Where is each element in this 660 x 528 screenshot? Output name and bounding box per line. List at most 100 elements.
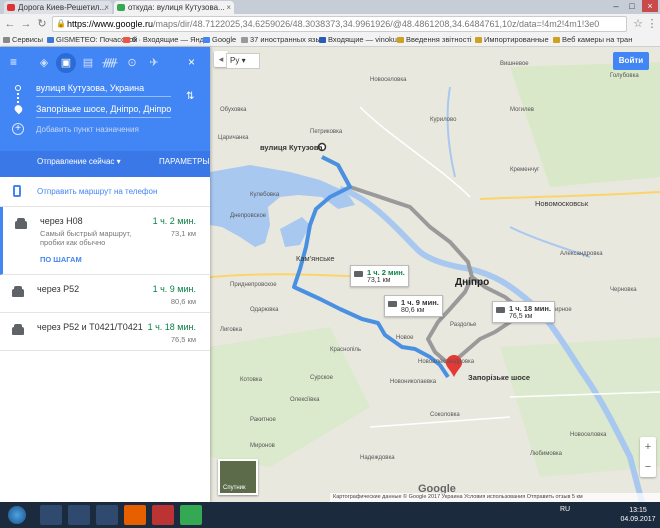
place-label: Новоселовка xyxy=(570,432,607,438)
city-label: Дніпро xyxy=(455,277,490,288)
back-icon[interactable]: ← xyxy=(3,17,17,31)
send-to-phone-row[interactable]: Отправить маршрут на телефон xyxy=(0,177,210,207)
browser-window: Дорога Киев-Решетил... × откуда: вулиця … xyxy=(0,0,660,528)
origin-input[interactable]: вулиця Кутузова, Украина xyxy=(36,79,171,97)
language-select[interactable]: Ру ▾ xyxy=(226,53,260,69)
zoom-in-button[interactable]: + xyxy=(640,437,656,457)
place-label: Кулебовка xyxy=(250,192,280,198)
place-label: Вишневое xyxy=(500,61,529,67)
close-window-icon[interactable]: × xyxy=(642,0,658,12)
route-time: 1 ч. 9 мин. xyxy=(152,284,196,294)
address-bar[interactable]: 🔒 https://www.google.ru/maps/dir/48.71220… xyxy=(52,16,627,32)
driving-mode-icon[interactable]: ▣ xyxy=(56,53,76,73)
bookmark-apps[interactable]: Сервисы xyxy=(2,34,43,46)
route-callout-3[interactable]: 1 ч. 18 мин. 76,5 км xyxy=(492,301,555,323)
place-label: Новониколаевка xyxy=(390,379,437,385)
place-label: Котовка xyxy=(240,377,262,383)
minimize-icon[interactable]: – xyxy=(608,0,624,12)
step-by-step-link[interactable]: ПО ШАГАМ xyxy=(40,255,82,264)
depart-now-dropdown[interactable]: Отправление сейчас ▾ xyxy=(37,157,121,166)
bookmark-imported[interactable]: Импортированные xyxy=(474,34,549,46)
lock-icon: 🔒 xyxy=(56,19,66,28)
forward-icon[interactable]: → xyxy=(19,17,33,31)
firefox-taskbar-icon[interactable] xyxy=(124,505,146,525)
apps-icon xyxy=(3,37,10,43)
media-taskbar-icon[interactable] xyxy=(96,505,118,525)
place-label: Могилев xyxy=(510,107,534,113)
hamburger-menu-icon[interactable]: ≡ xyxy=(10,56,22,68)
bookmark-vinokur-inbox[interactable]: Входящие — vinokur xyxy=(318,34,399,46)
reload-icon[interactable]: ↻ xyxy=(35,17,49,31)
car-icon xyxy=(388,301,397,307)
flight-mode-icon[interactable]: ✈ xyxy=(144,53,164,73)
route-distance: 73,1 км xyxy=(170,229,196,238)
place-label: Сурское xyxy=(310,375,333,381)
route-distance: 80,6 км xyxy=(170,297,196,306)
transit-mode-icon[interactable]: ▤ xyxy=(78,53,98,73)
route-name: через Р52 и Т0421/Т0421 xyxy=(37,322,143,332)
bookmark-icon xyxy=(47,37,54,43)
route-option-2[interactable]: через Р52 1 ч. 9 мин. 80,6 км xyxy=(0,275,210,313)
city2-label: Новомосковськ xyxy=(535,199,589,208)
walking-mode-icon[interactable]: ᚏ xyxy=(100,53,120,73)
route-distance: 76,5 км xyxy=(170,335,196,344)
destination-input[interactable]: Запорізьке шосе, Дніпро, Дніпропетр xyxy=(36,100,171,118)
place-kamyanske: Кам'янське xyxy=(296,254,335,263)
best-route-mode-icon[interactable]: ◈ xyxy=(34,53,54,73)
menu-icon[interactable]: ⋮ xyxy=(645,17,659,31)
folder-icon xyxy=(475,37,482,43)
close-directions-icon[interactable]: × xyxy=(188,55,195,69)
close-tab-icon[interactable]: × xyxy=(104,1,109,14)
directions-header: ≡ ◈ ▣ ▤ ᚏ ⊙ ✈ × вулиця Кутузова, Украина… xyxy=(0,47,210,177)
login-button[interactable]: Войти xyxy=(613,52,649,70)
taskbar-clock[interactable]: 13:15 04.09.2017 xyxy=(620,506,656,524)
maximize-icon[interactable]: □ xyxy=(624,0,640,12)
bookmark-icon xyxy=(123,37,130,43)
bookmark-icon xyxy=(203,37,210,43)
explorer-taskbar-icon[interactable] xyxy=(40,505,62,525)
taskbar: RU 13:15 04.09.2017 xyxy=(0,502,660,528)
add-destination-link[interactable]: Добавить пункт назначения xyxy=(36,121,171,139)
tab-maps[interactable]: откуда: вулиця Кутузова... × xyxy=(114,1,234,14)
route-callout-2[interactable]: 1 ч. 9 мин. 80,6 км xyxy=(384,295,443,317)
place-label: Курилово xyxy=(430,117,457,123)
start-button[interactable] xyxy=(8,506,26,524)
place-label: Приднепровское xyxy=(230,282,277,288)
route-name: через Р52 xyxy=(37,284,80,294)
place-label: Кременчуг xyxy=(510,167,540,173)
bookmark-languages[interactable]: 37 иностранных язы xyxy=(240,34,321,46)
tab-road-kiev[interactable]: Дорога Киев-Решетил... × xyxy=(4,1,112,14)
cycling-mode-icon[interactable]: ⊙ xyxy=(122,53,142,73)
route-option-1[interactable]: через Н08 1 ч. 2 мин. 73,1 км Самый быст… xyxy=(0,207,210,275)
chrome-taskbar-icon[interactable] xyxy=(180,505,202,525)
place-label: Голубовка xyxy=(610,73,639,79)
place-label: Петриковка xyxy=(310,129,343,135)
chevron-down-icon: ▾ xyxy=(241,56,246,65)
close-tab-icon[interactable]: × xyxy=(226,1,231,14)
car-icon xyxy=(354,271,363,277)
bookmark-google[interactable]: Google xyxy=(202,34,236,46)
satellite-toggle[interactable]: Спутник xyxy=(218,459,258,495)
map-canvas[interactable]: Дніпро Новомосковськ Кам'янське Петриков… xyxy=(210,47,660,502)
place-label: Краснопіль xyxy=(330,347,362,353)
tab-title: Дорога Киев-Решетил... xyxy=(18,3,107,12)
add-destination-icon[interactable]: + xyxy=(12,123,24,135)
chevron-down-icon: ▾ xyxy=(116,157,121,166)
system-tray[interactable]: RU xyxy=(560,506,570,513)
zoom-out-button[interactable]: − xyxy=(640,457,656,477)
options-button[interactable]: ПАРАМЕТРЫ xyxy=(159,157,210,166)
swap-icon[interactable]: ⇅ xyxy=(186,91,194,102)
place-label: Новое xyxy=(396,335,414,341)
bookmark-webcams[interactable]: Веб камеры на тран xyxy=(552,34,632,46)
star-icon[interactable]: ☆ xyxy=(631,17,645,31)
opera-taskbar-icon[interactable] xyxy=(152,505,174,525)
zoom-control[interactable]: + − xyxy=(640,437,656,477)
folder-taskbar-icon[interactable] xyxy=(68,505,90,525)
route-callout-1[interactable]: 1 ч. 2 мин. 73,1 км xyxy=(350,265,409,287)
route-dots xyxy=(17,93,19,103)
route-option-3[interactable]: через Р52 и Т0421/Т0421 1 ч. 18 мин. 76,… xyxy=(0,313,210,351)
bookmark-reporting[interactable]: Введення звітності xyxy=(396,34,472,46)
folder-icon xyxy=(553,37,560,43)
send-to-phone-link[interactable]: Отправить маршрут на телефон xyxy=(37,187,157,196)
bookmark-yandex-inbox[interactable]: 6 · Входящие — Янд xyxy=(122,34,204,46)
